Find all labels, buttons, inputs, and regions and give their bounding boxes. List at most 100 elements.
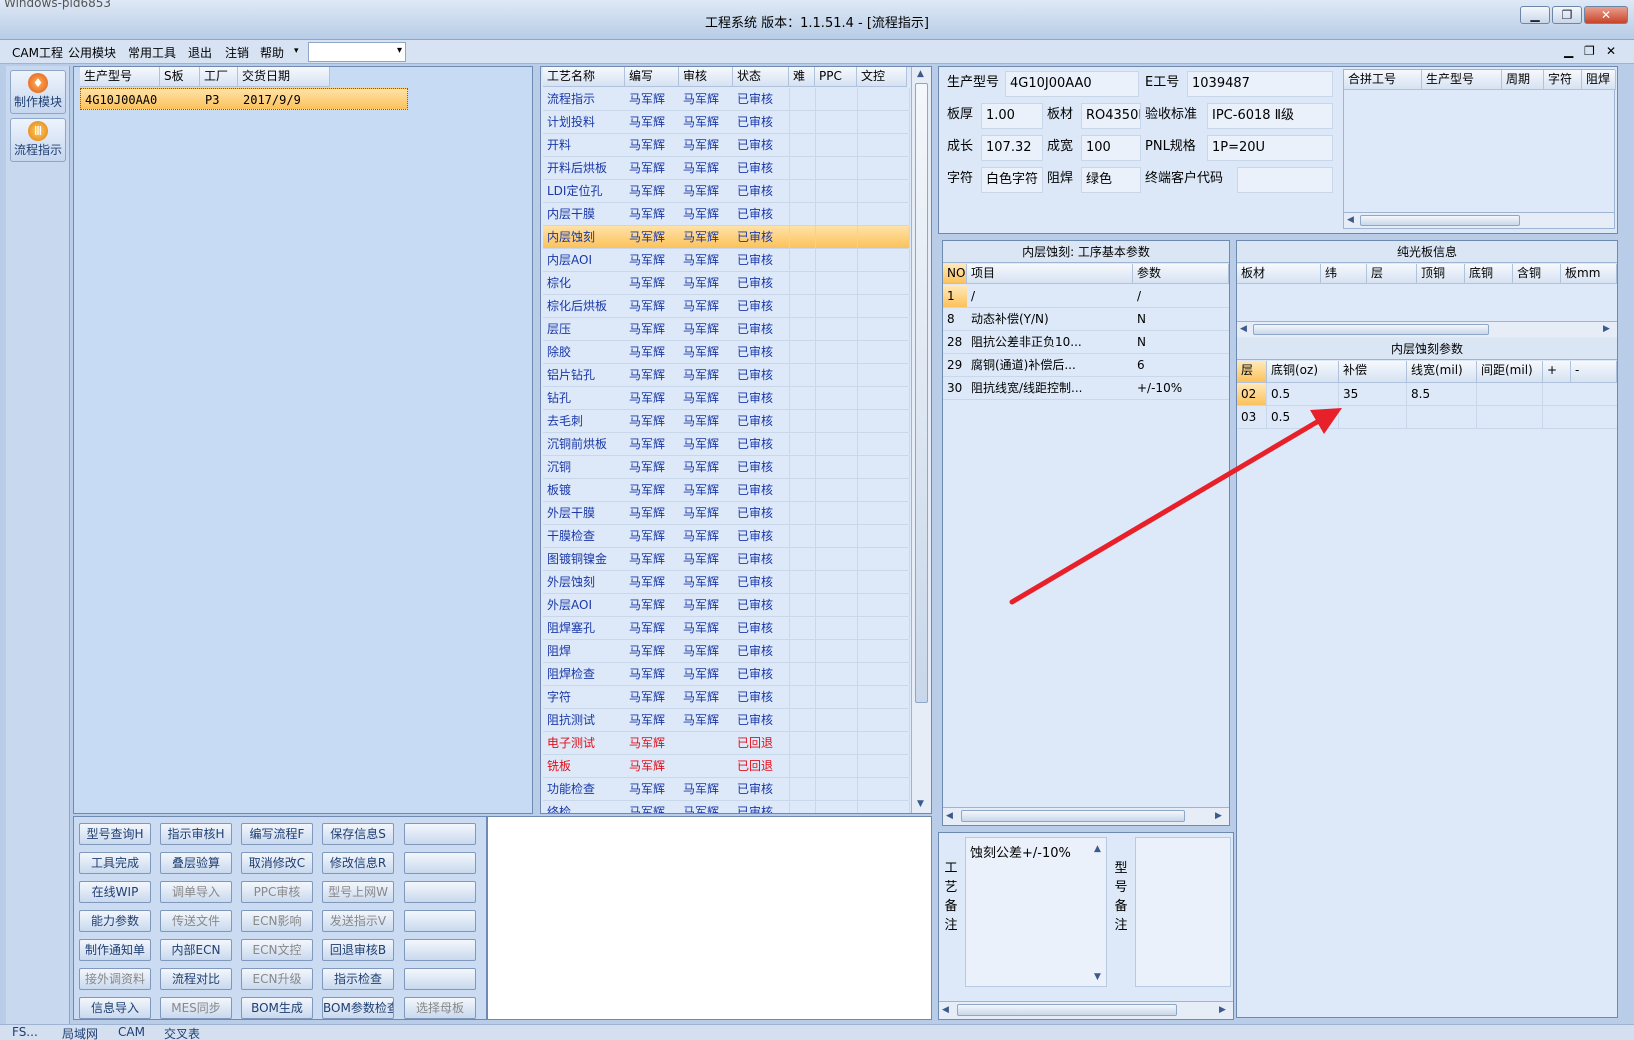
process-row[interactable]: 电子测试 马军辉 已回退 — [543, 732, 910, 755]
process-row[interactable]: 板镀 马军辉 马军辉 已审核 — [543, 479, 910, 502]
scroll-up-icon[interactable]: ▲ — [917, 69, 924, 79]
char-field[interactable]: 白色字符 — [981, 167, 1043, 193]
bare-board-col[interactable]: 层 — [1367, 264, 1417, 284]
action-button[interactable]: 接外调资料 — [79, 968, 151, 990]
action-button[interactable]: MES同步 — [160, 997, 232, 1019]
process-vertical-scrollbar[interactable]: ▲ ▼ — [911, 67, 931, 813]
customer-code-field[interactable] — [1237, 167, 1333, 193]
product-row[interactable]: 4G10J00AA0 P3 2017/9/9 — [80, 88, 408, 110]
process-row[interactable]: 外层AOI 马军辉 马军辉 已审核 — [543, 594, 910, 617]
eno-field[interactable]: 1039487 — [1187, 71, 1333, 97]
process-row[interactable]: 外层干膜 马军辉 马军辉 已审核 — [543, 502, 910, 525]
process-row[interactable]: 阻抗测试 马军辉 马军辉 已审核 — [543, 709, 910, 732]
action-button[interactable]: 保存信息S — [322, 823, 394, 845]
action-button[interactable]: ECN升级 — [241, 968, 313, 990]
process-row[interactable]: 沉铜 马军辉 马军辉 已审核 — [543, 456, 910, 479]
menu-common-module[interactable]: 公用模块 — [68, 44, 116, 61]
bare-board-col[interactable]: 底铜 — [1465, 264, 1513, 284]
col-model[interactable]: 生产型号 — [80, 67, 160, 87]
process-row[interactable]: 开料后烘板 马军辉 马军辉 已审核 — [543, 157, 910, 180]
process-row[interactable]: 内层AOI 马军辉 马军辉 已审核 — [543, 249, 910, 272]
process-row[interactable]: 钻孔 马军辉 马军辉 已审核 — [543, 387, 910, 410]
process-row[interactable]: 层压 马军辉 马军辉 已审核 — [543, 318, 910, 341]
scroll-left-icon[interactable]: ◀ — [1347, 215, 1354, 225]
etch-col[interactable]: 补偿 — [1339, 361, 1407, 383]
col-param[interactable]: 参数 — [1133, 264, 1229, 284]
action-button[interactable]: 内部ECN — [160, 939, 232, 961]
standard-field[interactable]: IPC-6018 Ⅱ级 — [1207, 103, 1333, 129]
param-row[interactable]: 28 阻抗公差非正负10... N — [943, 331, 1229, 354]
process-row[interactable]: 内层干膜 马军辉 马军辉 已审核 — [543, 203, 910, 226]
bare-board-scroll-thumb[interactable] — [1253, 324, 1489, 335]
status-tab-lan[interactable]: 局域网 — [62, 1025, 98, 1040]
col-delivery-date[interactable]: 交货日期 — [238, 67, 330, 87]
width-field[interactable]: 100 — [1081, 135, 1141, 161]
action-button[interactable]: 选择母板 — [404, 997, 476, 1019]
process-row[interactable]: 计划投料 马军辉 马军辉 已审核 — [543, 111, 910, 134]
model-remarks-text[interactable] — [1135, 837, 1231, 987]
col-reviewer[interactable]: 审核 — [679, 67, 733, 87]
etch-col[interactable]: 层 — [1237, 361, 1267, 383]
bare-board-hscrollbar[interactable]: ◀ ▶ — [1237, 321, 1617, 337]
param-row[interactable]: 1 // — [943, 285, 1229, 308]
menu-combo-box[interactable] — [308, 42, 406, 62]
menu-logout[interactable]: 注销 — [225, 44, 249, 61]
action-button[interactable]: 修改信息R — [322, 852, 394, 874]
bare-board-col[interactable]: 板材 — [1237, 264, 1321, 284]
process-remarks-text[interactable]: 蚀刻公差+/-10% ▲ ▼ — [965, 837, 1107, 987]
process-row[interactable]: LDI定位孔 马军辉 马军辉 已审核 — [543, 180, 910, 203]
process-row[interactable]: 铝片钻孔 马军辉 马军辉 已审核 — [543, 364, 910, 387]
action-button[interactable]: 信息导入 — [79, 997, 151, 1019]
process-row[interactable]: 功能检查 马军辉 马军辉 已审核 — [543, 778, 910, 801]
etch-row[interactable]: 02 0.5 35 8.5 — [1237, 383, 1617, 406]
combine-horizontal-scrollbar[interactable]: ◀ — [1344, 212, 1614, 228]
action-button[interactable] — [404, 910, 476, 932]
etch-col[interactable]: 间距(mil) — [1477, 361, 1543, 383]
process-row[interactable]: 流程指示 马军辉 马军辉 已审核 — [543, 88, 910, 111]
process-row[interactable]: 铣板 马军辉 已回退 — [543, 755, 910, 778]
process-row[interactable]: 内层蚀刻 马军辉 马军辉 已审核 — [543, 226, 910, 249]
process-row[interactable]: 开料 马军辉 马军辉 已审核 — [543, 134, 910, 157]
remarks-hscrollbar[interactable]: ◀ ▶ — [939, 1001, 1233, 1019]
col-combine-period[interactable]: 周期 — [1502, 70, 1544, 90]
param-row[interactable]: 8 动态补偿(Y/N) N — [943, 308, 1229, 331]
combine-scroll-thumb[interactable] — [1360, 215, 1520, 226]
col-ppc[interactable]: PPC — [815, 67, 857, 87]
action-button[interactable]: 编写流程F — [241, 823, 313, 845]
process-row[interactable]: 阻焊 马军辉 马军辉 已审核 — [543, 640, 910, 663]
action-button[interactable]: 指示审核H — [160, 823, 232, 845]
col-no[interactable]: NO — [943, 264, 967, 284]
scroll-down-icon[interactable]: ▼ — [917, 799, 924, 809]
menu-tools[interactable]: 常用工具 — [128, 44, 176, 61]
action-button[interactable]: PPC审核 — [241, 881, 313, 903]
process-scroll-thumb[interactable] — [915, 83, 928, 703]
etch-row[interactable]: 03 0.5 — [1237, 406, 1617, 429]
col-item[interactable]: 项目 — [967, 264, 1133, 284]
bare-board-col[interactable]: 顶铜 — [1417, 264, 1465, 284]
scroll-up-icon[interactable]: ▲ — [1094, 844, 1101, 854]
action-button[interactable] — [404, 939, 476, 961]
mdi-minimize-button[interactable]: ▁ — [1564, 44, 1573, 58]
action-button[interactable]: 取消修改C — [241, 852, 313, 874]
action-button[interactable]: BOM参数检查 — [322, 997, 394, 1019]
action-button[interactable]: BOM生成 — [241, 997, 313, 1019]
process-row[interactable]: 终检 马军辉 马军辉 已审核 — [543, 801, 910, 813]
flow-indicator-button[interactable]: Ⅲ 流程指示 — [10, 118, 66, 162]
col-s-board[interactable]: S板 — [160, 67, 200, 87]
process-row[interactable]: 除胶 马军辉 马军辉 已审核 — [543, 341, 910, 364]
scroll-left-icon[interactable]: ◀ — [1240, 324, 1247, 334]
process-row[interactable]: 外层蚀刻 马军辉 马军辉 已审核 — [543, 571, 910, 594]
remarks-scroll-thumb[interactable] — [957, 1004, 1177, 1016]
process-row[interactable]: 棕化 马军辉 马军辉 已审核 — [543, 272, 910, 295]
param-row[interactable]: 29 腐铜(通道)补偿后... 6 — [943, 354, 1229, 377]
menu-cam[interactable]: CAM工程 — [12, 44, 63, 61]
action-button[interactable]: 型号查询H — [79, 823, 151, 845]
scroll-left-icon[interactable]: ◀ — [946, 811, 953, 821]
col-combine-char[interactable]: 字符 — [1544, 70, 1582, 90]
make-module-button[interactable]: ♦ 制作模块 — [10, 70, 66, 114]
action-button[interactable] — [404, 968, 476, 990]
col-process-name[interactable]: 工艺名称 — [543, 67, 625, 87]
mdi-close-button[interactable]: ✕ — [1606, 44, 1616, 58]
minimize-button[interactable]: ▁ — [1520, 6, 1550, 24]
help-dropdown-icon[interactable]: ▾ — [294, 46, 299, 56]
